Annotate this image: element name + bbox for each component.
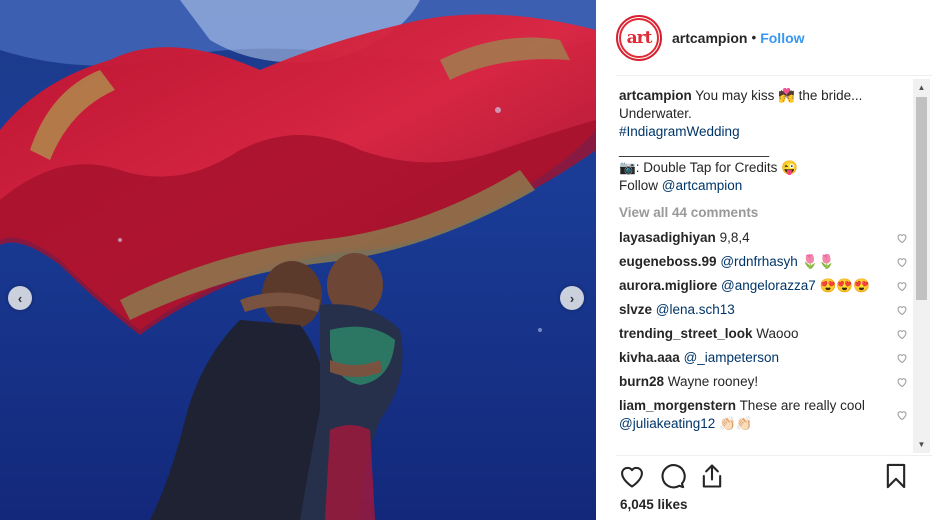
separator-dot: • — [751, 30, 757, 45]
comment-item: eugeneboss.99 @rdnfrhasyh 🌷🌷 — [619, 253, 908, 271]
caption-follow-handle[interactable]: @artcampion — [662, 178, 743, 193]
comment-item: burn28 Wayne rooney! — [619, 373, 908, 391]
comment-username[interactable]: aurora.migliore — [619, 278, 717, 293]
avatar-logo-text: art — [626, 27, 653, 48]
avatar[interactable]: art — [616, 14, 662, 61]
comment-item: layasadighiyan 9,8,4 — [619, 229, 908, 247]
comment-text: Wayne rooney! — [667, 374, 759, 389]
caption-rule: ____________________ — [619, 142, 770, 157]
view-all-comments-link[interactable]: View all 44 comments — [619, 203, 906, 223]
comment-mention[interactable]: @_iampeterson — [684, 350, 780, 365]
comment-text: 🌷🌷 — [801, 254, 836, 269]
comments-list[interactable]: artcampion You may kiss 💏 the bride... U… — [596, 87, 914, 453]
comment-username[interactable]: slvze — [619, 302, 652, 317]
comment-like-heart-icon[interactable] — [896, 280, 908, 292]
comment-suffix: 👏🏻👏🏻 — [719, 416, 753, 431]
caption-username[interactable]: artcampion — [619, 88, 692, 103]
scroll-down-arrow-icon[interactable]: ▼ — [913, 436, 930, 453]
post-photo[interactable]: ‹ › — [0, 0, 596, 520]
next-photo-button[interactable]: › — [560, 286, 584, 310]
scrollbar-thumb[interactable] — [916, 97, 927, 300]
heart-icon[interactable] — [618, 462, 646, 490]
comment-item: kivha.aaa @_iampeterson — [619, 349, 908, 367]
chevron-left-icon: ‹ — [17, 290, 23, 306]
post-header: art artcampion • Follow — [596, 0, 936, 75]
comment-like-heart-icon[interactable] — [896, 304, 908, 316]
comment-like-heart-icon[interactable] — [896, 328, 908, 340]
underwater-couple-image — [0, 0, 596, 520]
comments-scrollbar[interactable]: ▲ ▼ — [913, 79, 930, 453]
comment-like-heart-icon[interactable] — [896, 376, 908, 388]
comment-username[interactable]: kivha.aaa — [619, 350, 680, 365]
comment-mention[interactable]: @lena.sch13 — [656, 302, 735, 317]
post-side-panel: art artcampion • Follow artcampion You m… — [596, 0, 936, 520]
comment-like-heart-icon[interactable] — [896, 256, 908, 268]
scroll-up-arrow-icon[interactable]: ▲ — [913, 79, 930, 96]
previous-photo-button[interactable]: ‹ — [8, 286, 32, 310]
caption-text-line1: You may kiss 💏 the bride... — [695, 88, 863, 103]
actions-divider — [616, 455, 932, 456]
comment-mention[interactable]: @angelorazza7 — [721, 278, 816, 293]
comment-like-heart-icon[interactable] — [896, 352, 908, 364]
comment-like-heart-icon[interactable] — [896, 232, 908, 244]
post-caption: artcampion You may kiss 💏 the bride... U… — [619, 87, 906, 195]
comment-text: Waooo — [756, 326, 799, 341]
header-divider — [616, 75, 932, 76]
comment-item: slvze @lena.sch13 — [619, 301, 908, 319]
comment-text: These are really cool — [739, 398, 865, 413]
post-actions — [618, 460, 918, 492]
comment-mention[interactable]: @rdnfrhasyh — [720, 254, 798, 269]
comment-mention[interactable]: @juliakeating12 — [619, 416, 715, 431]
comment-username[interactable]: liam_morgenstern — [619, 398, 736, 413]
comment-username[interactable]: burn28 — [619, 374, 664, 389]
comment-item: aurora.migliore @angelorazza7 😍😍😍 — [619, 277, 908, 295]
bookmark-icon[interactable] — [882, 462, 910, 490]
comment-text: 9,8,4 — [719, 230, 750, 245]
comment-username[interactable]: layasadighiyan — [619, 230, 716, 245]
comment-like-heart-icon[interactable] — [896, 409, 908, 421]
comment-item: trending_street_look Waooo — [619, 325, 908, 343]
chevron-right-icon: › — [569, 290, 575, 306]
comment-text: 😍😍😍 — [819, 278, 871, 293]
share-icon[interactable] — [698, 462, 726, 490]
caption-hashtag[interactable]: #IndiagramWedding — [619, 124, 740, 139]
likes-count[interactable]: 6,045 likes — [620, 497, 688, 512]
comment-username[interactable]: eugeneboss.99 — [619, 254, 717, 269]
comment-item: liam_morgenstern These are really cool @… — [619, 397, 908, 433]
comment-icon[interactable] — [658, 462, 686, 490]
caption-text-line2: Underwater. — [619, 106, 692, 121]
caption-follow-prefix: Follow — [619, 178, 659, 193]
follow-button[interactable]: Follow — [760, 30, 804, 46]
header-username[interactable]: artcampion — [672, 30, 747, 46]
caption-credits: 📷: Double Tap for Credits 😜 — [619, 160, 798, 175]
comment-username[interactable]: trending_street_look — [619, 326, 753, 341]
